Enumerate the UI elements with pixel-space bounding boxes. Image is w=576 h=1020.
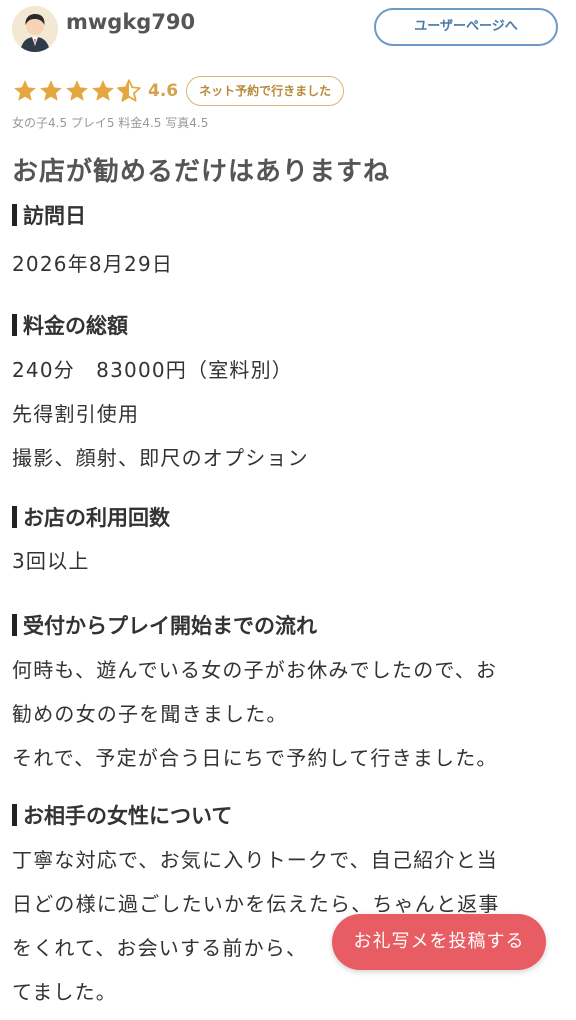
section-heading-visit-count: お店の利用回数	[12, 502, 170, 532]
review-title: お店が勧めるだけはありますね	[12, 157, 391, 187]
section-body-visit-count: 3回以上	[12, 539, 564, 583]
star-icon	[40, 80, 62, 101]
heading-marker	[12, 804, 17, 826]
star-rating	[12, 78, 142, 104]
star-icon	[92, 80, 114, 101]
star-icon	[66, 80, 88, 101]
section-heading-label: 受付からプレイ開始までの流れ	[23, 614, 317, 638]
post-thanks-photo-button[interactable]: お礼写メを投稿する	[332, 914, 546, 970]
sub-ratings: 女の子4.5 プレイ5 料金4.5 写真4.5	[12, 116, 209, 130]
net-reservation-badge: ネット予約で行きました	[186, 76, 345, 106]
username[interactable]: mwgkg790	[66, 10, 195, 34]
body-line: てました。	[12, 980, 117, 1004]
review-header: mwgkg790 ユーザーページへ	[0, 0, 576, 56]
section-heading-label: お相手の女性について	[23, 804, 233, 828]
half-star-icon	[117, 79, 141, 102]
body-line: 先得割引使用	[12, 402, 140, 426]
review-page: mwgkg790 ユーザーページへ 4.6 ネット予約で行きました 女の子4.5	[0, 0, 576, 1020]
heading-marker	[12, 506, 17, 528]
body-line: それで、予定が合う日にちで予約して行きました。	[12, 746, 498, 770]
body-line: 2026年8月29日	[12, 252, 174, 276]
section-heading-visit-date: 訪問日	[12, 200, 86, 230]
section-heading-flow: 受付からプレイ開始までの流れ	[12, 610, 317, 640]
section-heading-price: 料金の総額	[12, 310, 128, 340]
star-icon	[14, 80, 36, 101]
section-body-visit-date: 2026年8月29日	[12, 242, 564, 286]
heading-marker	[12, 314, 17, 336]
user-avatar-icon[interactable]	[12, 6, 58, 52]
user-page-button[interactable]: ユーザーページへ	[374, 8, 558, 46]
body-line: 撮影、顔射、即尺のオプション	[12, 446, 309, 470]
section-body-price: 240分 83000円（室料別） 先得割引使用 撮影、顔射、即尺のオプション	[12, 348, 564, 480]
section-body-flow: 何時も、遊んでいる女の子がお休みでしたので、お 勧めの女の子を聞きました。 それ…	[12, 648, 564, 780]
body-line: 240分 83000円（室料別）	[12, 358, 293, 382]
rating-value: 4.6	[148, 81, 179, 101]
section-heading-label: 料金の総額	[23, 314, 128, 338]
rating-row: 4.6 ネット予約で行きました	[12, 74, 345, 108]
section-heading-partner: お相手の女性について	[12, 800, 232, 830]
heading-marker	[12, 614, 17, 636]
body-line: 何時も、遊んでいる女の子がお休みでしたので、お	[12, 658, 498, 682]
body-line: 勧めの女の子を聞きました。	[12, 702, 288, 726]
heading-marker	[12, 204, 17, 226]
body-line: 丁寧な対応で、お気に入りトークで、自己紹介と当	[12, 848, 498, 872]
section-heading-label: お店の利用回数	[23, 506, 170, 530]
body-line: 3回以上	[12, 549, 90, 573]
section-heading-label: 訪問日	[23, 204, 86, 228]
